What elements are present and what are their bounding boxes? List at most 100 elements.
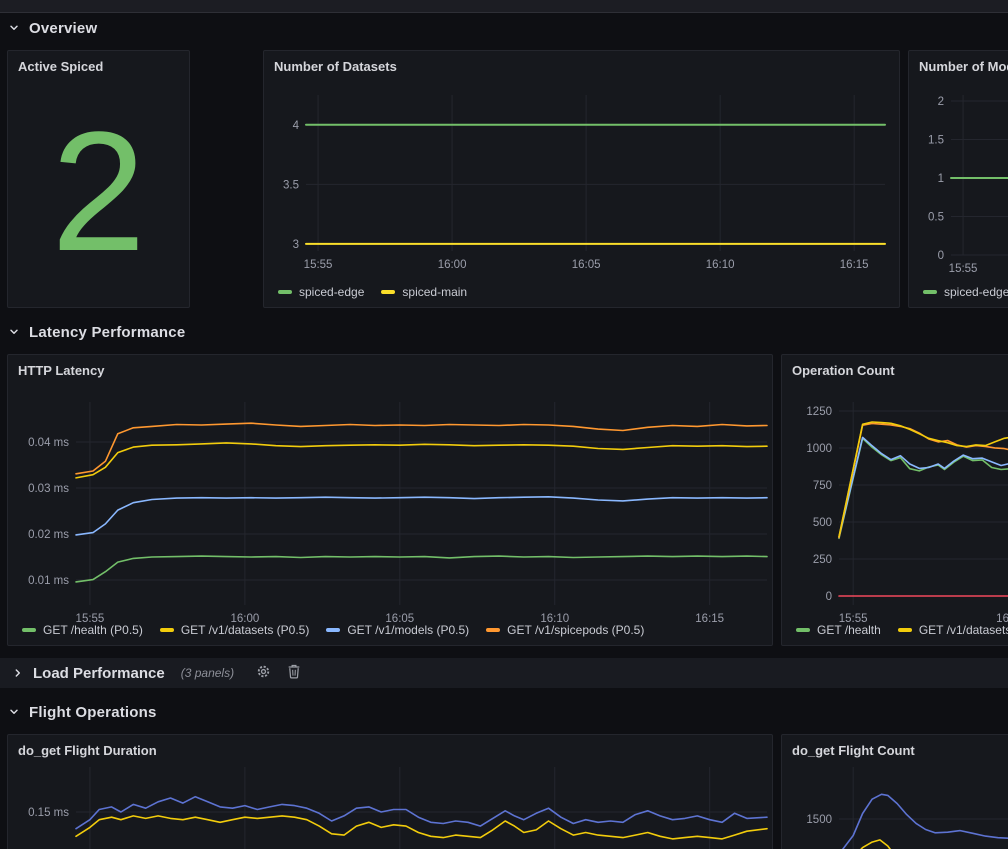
series-line-GET /v1/spicepods (P0.5)	[76, 423, 767, 474]
chart-legend: spiced-edge spiced-main	[278, 285, 467, 299]
section-row-overview[interactable]: Overview	[8, 13, 97, 43]
section-title: Overview	[29, 20, 97, 37]
x-tick-label: 15:55	[949, 263, 978, 275]
chevron-down-icon	[8, 326, 20, 338]
row-settings-button[interactable]	[256, 664, 271, 682]
y-tick-label: 2	[938, 96, 944, 108]
legend-swatch	[923, 290, 937, 294]
x-tick-label: 15:55	[304, 259, 333, 271]
panel-title[interactable]: Active Spiced	[18, 59, 103, 74]
panel-title[interactable]: Operation Count	[792, 363, 895, 378]
panel-http-latency: HTTP Latency 15:5516:0016:0516:1016:150.…	[7, 354, 773, 646]
series-line-count-blue	[839, 794, 1008, 849]
legend-label: GET /v1/spicepods (P0.5)	[507, 623, 644, 637]
legend-label: spiced-main	[402, 285, 467, 299]
legend-swatch	[796, 628, 810, 632]
legend-swatch	[486, 628, 500, 632]
section-row-load-performance[interactable]: Load Performance (3 panels)	[0, 658, 1008, 688]
legend-label: GET /health (P0.5)	[43, 623, 143, 637]
y-tick-label: 1500	[806, 814, 832, 826]
chart-canvas: 15:5516:0016:0516:1016:1543.53	[264, 79, 899, 307]
panel-active-spiced: Active Spiced 2	[7, 50, 190, 308]
legend-item[interactable]: spiced-edge	[923, 285, 1008, 299]
series-line-count-yellow	[839, 840, 1008, 849]
x-tick-label: 16:00	[438, 259, 467, 271]
legend-swatch	[278, 290, 292, 294]
x-tick-label: 16:15	[695, 613, 724, 625]
chart-number-of-datasets[interactable]: 15:5516:0016:0516:1016:1543.53	[264, 79, 899, 307]
panel-number-of-models: Number of Models 15:5516:0016:0516:1016:…	[908, 50, 1008, 308]
chart-flight-duration[interactable]: 15:5516:0016:0516:1016:150.15 ms0.10 ms0…	[8, 763, 772, 849]
legend-swatch	[381, 290, 395, 294]
legend-item[interactable]: GET /v1/datasets (P0.5)	[160, 623, 310, 637]
panel-title[interactable]: Number of Datasets	[274, 59, 397, 74]
chart-canvas: 15:5516:0016:0516:1016:1521.510.50	[909, 79, 1008, 307]
legend-item[interactable]: GET /v1/spicepods (P0.5)	[486, 623, 644, 637]
panel-count-label: (3 panels)	[181, 666, 234, 680]
panel-do-get-flight-duration: do_get Flight Duration 15:5516:0016:0516…	[7, 734, 773, 849]
y-tick-label: 0.01 ms	[28, 575, 69, 587]
y-tick-label: 750	[813, 480, 832, 492]
chart-flight-count[interactable]: 15:5516:0016:0516:1016:1515001000500	[782, 763, 1008, 849]
legend-swatch	[898, 628, 912, 632]
y-tick-label: 250	[813, 554, 832, 566]
chevron-right-icon	[12, 667, 24, 679]
chart-http-latency[interactable]: 15:5516:0016:0516:1016:150.04 ms0.03 ms0…	[8, 383, 772, 645]
chart-operation-count[interactable]: 15:5516:0016:0516:1016:15125010007505002…	[782, 383, 1008, 645]
chart-legend: spiced-edge	[923, 285, 1008, 299]
chart-canvas: 15:5516:0016:0516:1016:150.04 ms0.03 ms0…	[8, 383, 772, 645]
y-tick-label: 0	[826, 591, 832, 603]
y-tick-label: 0.03 ms	[28, 483, 69, 495]
panel-title[interactable]: HTTP Latency	[18, 363, 104, 378]
series-line-GET /v1/datasets (P0.5)	[76, 443, 767, 478]
row-delete-button[interactable]	[287, 664, 301, 682]
y-tick-label: 3	[293, 239, 299, 251]
legend-item[interactable]: GET /v1/models (P0.5)	[326, 623, 469, 637]
grafana-dashboard: Overview Active Spiced 2 Number of Datas…	[0, 0, 1008, 849]
legend-label: GET /v1/datasets (P0.5)	[181, 623, 310, 637]
panel-do-get-flight-count: do_get Flight Count 15:5516:0016:0516:10…	[781, 734, 1008, 849]
gear-icon	[256, 664, 271, 682]
x-tick-label: 16:10	[706, 259, 735, 271]
legend-item[interactable]: spiced-main	[381, 285, 467, 299]
section-row-latency-performance[interactable]: Latency Performance	[8, 317, 185, 347]
y-tick-label: 4	[293, 120, 300, 132]
y-tick-label: 0.15 ms	[28, 807, 69, 819]
series-line-duration-p50	[76, 816, 767, 839]
toolbar-edge	[0, 0, 1008, 13]
y-tick-label: 0	[938, 250, 944, 262]
stat-value: 2	[51, 107, 146, 277]
section-row-flight-operations[interactable]: Flight Operations	[8, 697, 157, 727]
legend-label: spiced-edge	[299, 285, 364, 299]
y-tick-label: 1250	[806, 406, 832, 418]
chevron-down-icon	[8, 706, 20, 718]
panel-number-of-datasets: Number of Datasets 15:5516:0016:0516:101…	[263, 50, 900, 308]
legend-item[interactable]: GET /health (P0.5)	[22, 623, 143, 637]
chart-canvas: 15:5516:0016:0516:1016:1515001000500	[782, 763, 1008, 849]
chart-legend: GET /health (P0.5) GET /v1/datasets (P0.5…	[22, 623, 644, 637]
y-tick-label: 1	[938, 173, 944, 185]
series-line-GET /health	[839, 438, 1008, 538]
legend-item[interactable]: spiced-edge	[278, 285, 364, 299]
series-line-GET /v1/models (P0.5)	[76, 497, 767, 535]
chart-canvas: 15:5516:0016:0516:1016:15125010007505002…	[782, 383, 1008, 645]
legend-swatch	[326, 628, 340, 632]
legend-item[interactable]: GET /v1/datasets	[898, 623, 1008, 637]
y-tick-label: 500	[813, 517, 832, 529]
chart-canvas: 15:5516:0016:0516:1016:150.15 ms0.10 ms0…	[8, 763, 772, 849]
section-title: Load Performance	[33, 665, 165, 682]
chart-legend: GET /health GET /v1/datasets	[796, 623, 1008, 637]
panel-title[interactable]: do_get Flight Count	[792, 743, 915, 758]
trash-icon	[287, 664, 301, 682]
chart-number-of-models[interactable]: 15:5516:0016:0516:1016:1521.510.50	[909, 79, 1008, 307]
panel-title[interactable]: do_get Flight Duration	[18, 743, 157, 758]
y-tick-label: 1000	[806, 443, 832, 455]
panel-title[interactable]: Number of Models	[919, 59, 1008, 74]
series-line-duration-p90	[76, 797, 767, 829]
legend-item[interactable]: GET /health	[796, 623, 881, 637]
section-title: Flight Operations	[29, 704, 157, 721]
legend-swatch	[22, 628, 36, 632]
legend-label: GET /v1/models (P0.5)	[347, 623, 469, 637]
x-tick-label: 16:05	[572, 259, 601, 271]
series-line-GET /health (P0.5)	[76, 556, 767, 582]
